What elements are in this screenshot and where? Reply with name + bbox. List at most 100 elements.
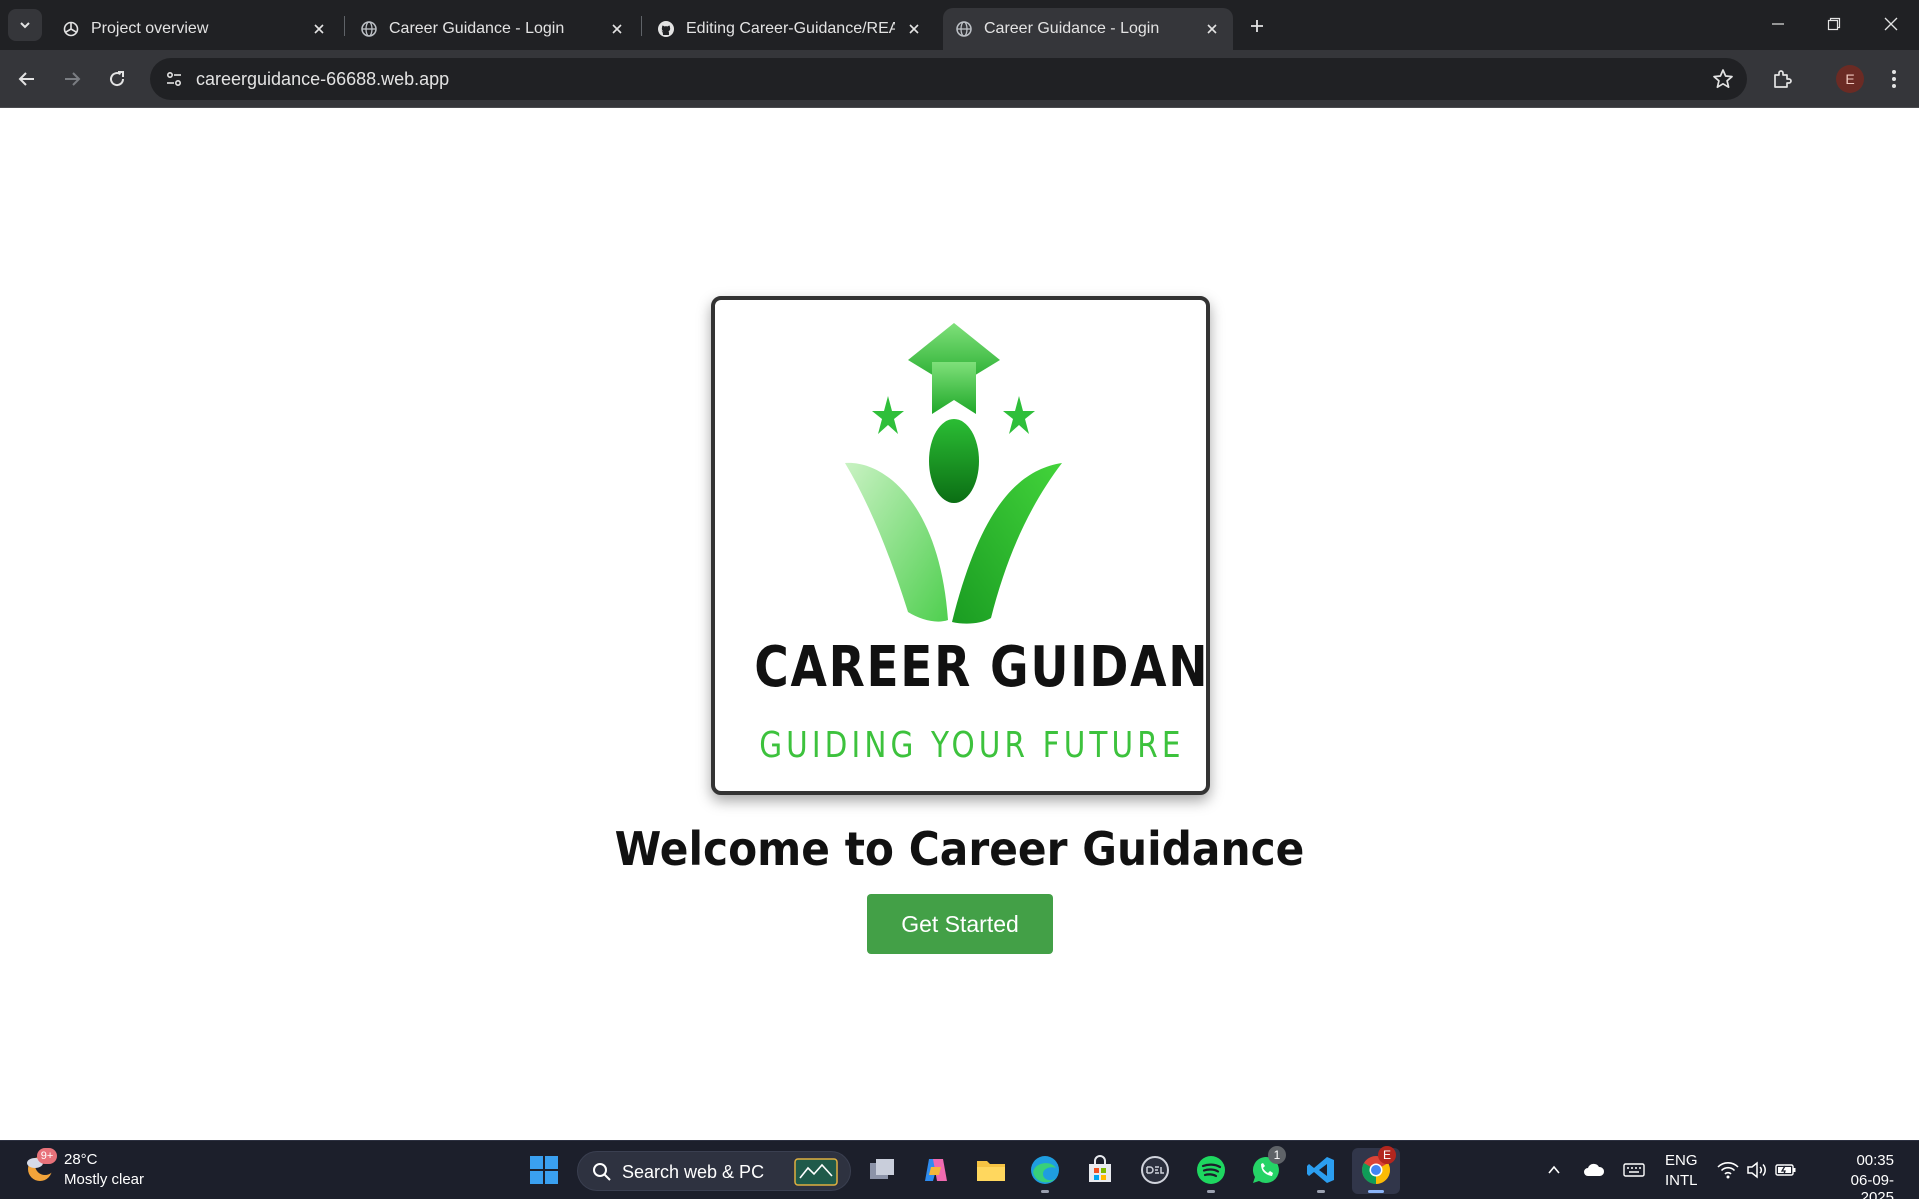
logo-title: CAREER GUIDANCE <box>754 635 1210 700</box>
extensions-button[interactable] <box>1765 62 1799 96</box>
tab-career-guidance-login-active[interactable]: Career Guidance - Login <box>943 8 1233 50</box>
tab-search-button[interactable] <box>8 9 42 41</box>
tab-title: Career Guidance - Login <box>984 20 1160 37</box>
openai-icon <box>63 21 79 37</box>
windows-taskbar: 9+ 28°C Mostly clear Search web & PC 1 E… <box>0 1140 1919 1199</box>
tab-title: Project overview <box>91 20 209 37</box>
bookmark-star-icon[interactable] <box>1711 67 1735 91</box>
running-indicator <box>1368 1190 1384 1193</box>
show-hidden-icons-button[interactable] <box>1540 1156 1568 1184</box>
globe-icon <box>361 21 377 37</box>
minimize-button[interactable] <box>1750 0 1806 48</box>
whatsapp-button[interactable]: 1 <box>1246 1146 1286 1190</box>
language-code: ENG <box>1665 1152 1698 1169</box>
puzzle-icon <box>1774 70 1792 88</box>
speaker-icon <box>1747 1161 1766 1179</box>
reload-button[interactable] <box>100 62 134 96</box>
notification-badge: 1 <box>1268 1146 1286 1164</box>
address-bar[interactable]: careerguidance-66688.web.app <box>150 58 1747 100</box>
browser-toolbar: careerguidance-66688.web.app E <box>0 50 1919 108</box>
career-guidance-logo: CAREER GUIDANCE GUIDING YOUR FUTURE <box>711 296 1210 795</box>
arrow-left-icon <box>18 72 34 86</box>
close-icon <box>1884 17 1898 31</box>
chrome-button[interactable]: E <box>1356 1146 1396 1193</box>
arrow-right-icon <box>65 72 81 86</box>
logo-tagline: GUIDING YOUR FUTURE <box>759 725 1185 766</box>
edge-button[interactable] <box>1025 1150 1065 1193</box>
profile-avatar[interactable]: E <box>1836 65 1864 93</box>
weather-badge: 9+ <box>37 1148 57 1164</box>
logo-emblem-icon <box>845 323 1062 624</box>
clock-time: 00:35 <box>1856 1152 1894 1169</box>
weather-temperature: 28°C <box>64 1151 98 1168</box>
vscode-button[interactable] <box>1301 1150 1341 1193</box>
dell-button[interactable] <box>1135 1150 1175 1190</box>
vscode-icon <box>1307 1157 1334 1183</box>
task-view-button[interactable] <box>862 1150 902 1190</box>
touch-keyboard-button[interactable] <box>1620 1156 1648 1184</box>
keyboard-icon <box>1623 1163 1645 1177</box>
store-icon <box>1089 1155 1111 1182</box>
page-content: CAREER GUIDANCE GUIDING YOUR FUTURE Welc… <box>0 108 1919 1140</box>
new-tab-button[interactable] <box>1241 10 1273 42</box>
plus-icon <box>1251 20 1263 32</box>
keyboard-layout: INTL <box>1665 1172 1698 1189</box>
restore-button[interactable] <box>1806 0 1862 48</box>
restore-icon <box>1827 17 1841 31</box>
network-button[interactable] <box>1714 1156 1742 1184</box>
welcome-heading: Welcome to Career Guidance <box>614 822 1305 876</box>
url-text[interactable]: careerguidance-66688.web.app <box>196 69 449 89</box>
close-icon[interactable] <box>1203 20 1221 38</box>
folder-icon <box>977 1161 1005 1181</box>
tab-separator <box>641 16 642 36</box>
tab-title: Career Guidance - Login <box>389 20 565 37</box>
microsoft-store-button[interactable] <box>1080 1150 1120 1190</box>
more-vert-icon <box>1892 70 1896 88</box>
spotify-icon <box>1197 1156 1225 1184</box>
search-icon <box>593 1163 611 1181</box>
clock-date: 06-09-2025 <box>1850 1172 1894 1199</box>
close-icon[interactable] <box>905 20 923 38</box>
weather-description: Mostly clear <box>64 1171 145 1188</box>
close-icon[interactable] <box>608 20 626 38</box>
github-icon <box>658 21 674 37</box>
tune-icon <box>166 71 182 87</box>
start-button[interactable] <box>524 1150 564 1190</box>
tab-editing-readme[interactable]: Editing Career-Guidance/READM <box>645 8 935 50</box>
battery-charging-icon <box>1775 1164 1796 1176</box>
task-view-icon <box>870 1159 894 1179</box>
volume-button[interactable] <box>1743 1156 1771 1184</box>
globe-icon <box>956 21 972 37</box>
get-started-button[interactable]: Get Started <box>867 894 1053 954</box>
back-button[interactable] <box>10 62 44 96</box>
running-indicator <box>1317 1190 1325 1193</box>
forward-button[interactable] <box>55 62 89 96</box>
wifi-icon <box>1717 1162 1739 1179</box>
battery-button[interactable] <box>1772 1156 1800 1184</box>
tab-project-overview[interactable]: Project overview <box>50 8 340 50</box>
browser-menu-button[interactable] <box>1879 62 1909 96</box>
tab-strip: Project overview Career Guidance - Login… <box>0 0 1919 50</box>
file-explorer-button[interactable] <box>971 1150 1011 1190</box>
copilot-icon <box>925 1159 947 1181</box>
dell-icon <box>1141 1156 1169 1184</box>
tab-separator <box>344 16 345 36</box>
site-info-button[interactable] <box>158 63 190 95</box>
tab-title: Editing Career-Guidance/READM <box>686 20 895 37</box>
profile-badge: E <box>1378 1146 1396 1164</box>
taskbar-search[interactable]: Search web & PC <box>577 1151 851 1191</box>
search-label: Search web & PC <box>622 1162 765 1182</box>
cloud-icon <box>1584 1163 1605 1176</box>
running-indicator <box>1041 1190 1049 1193</box>
reload-icon <box>110 71 125 87</box>
close-window-button[interactable] <box>1863 0 1919 48</box>
running-indicator <box>1207 1190 1215 1193</box>
copilot-button[interactable] <box>916 1150 956 1190</box>
onedrive-button[interactable] <box>1580 1156 1608 1184</box>
spotify-button[interactable] <box>1191 1150 1231 1193</box>
windows-logo-icon <box>530 1156 558 1184</box>
tab-career-guidance-login[interactable]: Career Guidance - Login <box>348 8 638 50</box>
chevron-down-icon <box>20 22 30 29</box>
edge-icon <box>1031 1156 1059 1184</box>
close-icon[interactable] <box>310 20 328 38</box>
